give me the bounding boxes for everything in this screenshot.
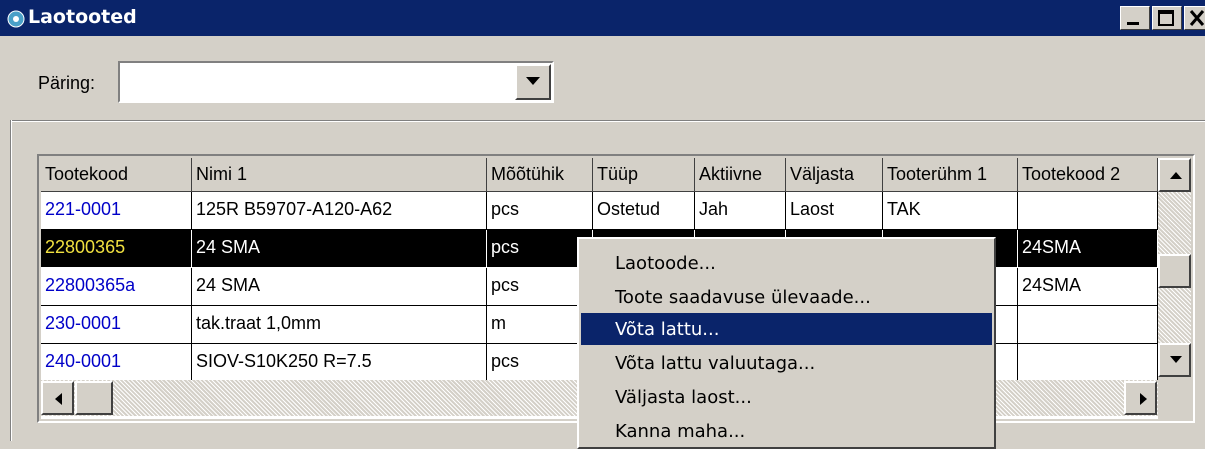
column-header[interactable]: Tüüp <box>593 158 695 192</box>
column-header[interactable]: Väljasta <box>786 158 883 192</box>
maximize-icon <box>1158 10 1174 26</box>
arrow-left-icon <box>55 393 62 405</box>
table-cell <box>1018 344 1158 382</box>
product-code-cell: 240-0001 <box>41 344 192 382</box>
table-cell: TAK <box>883 192 1018 230</box>
vertical-scroll-thumb[interactable] <box>1158 254 1191 288</box>
menu-item-laotoode[interactable]: Laotoode... <box>581 247 992 279</box>
menu-item-write-off[interactable]: Kanna maha... <box>581 415 992 447</box>
menu-item-availability-overview[interactable]: Toote saadavuse ülevaade... <box>581 281 992 313</box>
table-cell: tak.traat 1,0mm <box>192 306 487 344</box>
scrollbar-corner <box>1158 377 1191 419</box>
minimize-icon <box>1127 22 1139 25</box>
table-cell <box>1018 306 1158 344</box>
title-bar[interactable]: Laotooted <box>0 0 1205 36</box>
column-header[interactable]: Tootekood <box>41 158 192 192</box>
query-dropdown[interactable] <box>118 61 554 103</box>
table-cell: pcs <box>487 192 593 230</box>
window-title: Laotooted <box>28 6 137 28</box>
product-code-cell: 230-0001 <box>41 306 192 344</box>
column-header[interactable]: Tooterühm 1 <box>883 158 1018 192</box>
product-code-cell: 22800365a <box>41 268 192 306</box>
menu-item-receive-stock[interactable]: Võta lattu... <box>581 313 992 345</box>
scroll-left-button[interactable] <box>41 381 74 415</box>
table-cell: SIOV-S10K250 R=7.5 <box>192 344 487 382</box>
menu-item-receive-stock-currency[interactable]: Võta lattu valuutaga... <box>581 347 992 379</box>
column-header[interactable]: Mõõtühik <box>487 158 593 192</box>
minimize-button[interactable] <box>1120 6 1150 30</box>
maximize-button[interactable] <box>1152 6 1182 30</box>
close-button[interactable] <box>1184 6 1205 30</box>
vertical-scrollbar[interactable] <box>1158 158 1191 377</box>
table-cell: 24SMA <box>1018 268 1158 306</box>
column-header[interactable]: Tootekood 2 <box>1018 158 1158 192</box>
context-menu[interactable]: Laotoode... Toote saadavuse ülevaade... … <box>577 237 996 449</box>
product-code-cell: 221-0001 <box>41 192 192 230</box>
table-cell: 24SMA <box>1018 230 1158 268</box>
horizontal-scroll-thumb[interactable] <box>75 381 113 415</box>
table-cell: Laost <box>786 192 883 230</box>
close-icon <box>1189 10 1205 26</box>
scroll-right-button[interactable] <box>1124 381 1157 415</box>
table-cell <box>1018 192 1158 230</box>
arrow-right-icon <box>1140 393 1147 405</box>
table-row[interactable]: 221-0001 125R B59707-A120-A62 pcs Ostetu… <box>41 192 1171 230</box>
column-header[interactable]: Aktiivne <box>695 158 786 192</box>
query-label: Päring: <box>38 73 96 93</box>
app-icon <box>7 10 25 28</box>
scroll-up-button[interactable] <box>1158 158 1191 192</box>
query-dropdown-button[interactable] <box>515 64 551 100</box>
chevron-down-icon <box>526 77 540 85</box>
scroll-down-button[interactable] <box>1158 343 1191 377</box>
separator <box>10 120 12 441</box>
product-code-cell: 22800365 <box>41 230 192 268</box>
table-cell: Jah <box>695 192 786 230</box>
table-cell: 125R B59707-A120-A62 <box>192 192 487 230</box>
menu-item-issue-from-stock[interactable]: Väljasta laost... <box>581 381 992 413</box>
arrow-down-icon <box>1170 356 1182 363</box>
column-header[interactable]: Nimi 1 <box>192 158 487 192</box>
table-cell: 24 SMA <box>192 268 487 306</box>
table-cell: Ostetud <box>593 192 695 230</box>
arrow-up-icon <box>1170 172 1182 179</box>
separator <box>10 120 1205 122</box>
table-cell: 24 SMA <box>192 230 487 268</box>
